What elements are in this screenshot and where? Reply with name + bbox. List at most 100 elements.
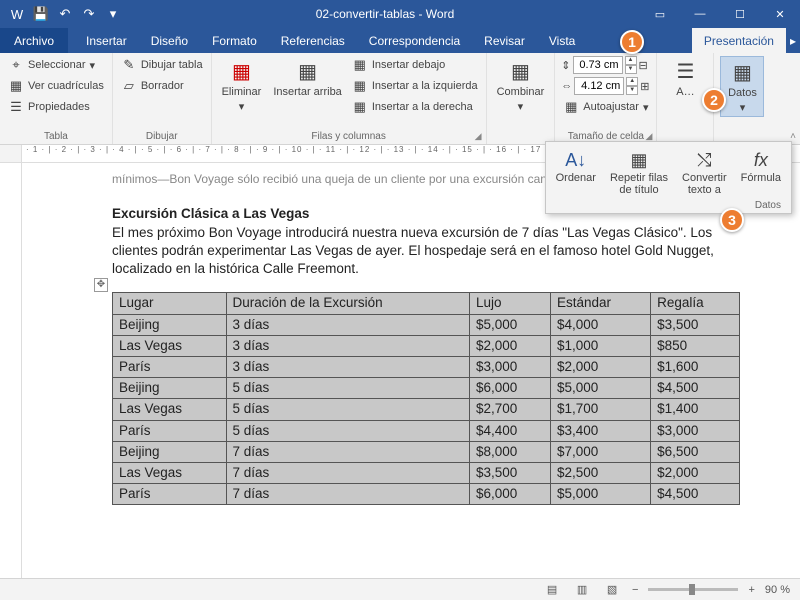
- tabs-scroll-icon[interactable]: ▸: [786, 28, 800, 53]
- table-cell[interactable]: $4,400: [469, 420, 550, 441]
- table-cell[interactable]: $6,000: [469, 378, 550, 399]
- table-row[interactable]: Las Vegas5 días$2,700$1,700$1,400: [113, 399, 740, 420]
- dist-rows-icon[interactable]: ⊟: [639, 59, 648, 72]
- table-cell[interactable]: Las Vegas: [113, 463, 227, 484]
- zoom-in-button[interactable]: +: [748, 584, 754, 596]
- formula-button[interactable]: fxFórmula: [735, 146, 787, 198]
- table-cell[interactable]: Las Vegas: [113, 335, 227, 356]
- table-cell[interactable]: 5 días: [226, 399, 469, 420]
- table-cell[interactable]: 7 días: [226, 463, 469, 484]
- align-button[interactable]: ☰A…: [663, 56, 707, 100]
- table-move-handle[interactable]: ✥: [94, 278, 108, 292]
- table-cell[interactable]: $3,400: [551, 420, 651, 441]
- table-cell[interactable]: $2,500: [551, 463, 651, 484]
- ribbon-options-icon[interactable]: ▭: [640, 0, 680, 28]
- table-cell[interactable]: $8,000: [469, 441, 550, 462]
- table-cell[interactable]: 5 días: [226, 378, 469, 399]
- table-row[interactable]: Beijing3 días$5,000$4,000$3,500: [113, 314, 740, 335]
- table-cell[interactable]: $1,700: [551, 399, 651, 420]
- table-cell[interactable]: 3 días: [226, 314, 469, 335]
- insert-left-button[interactable]: ▦Insertar a la izquierda: [350, 77, 480, 95]
- table-cell[interactable]: Beijing: [113, 378, 227, 399]
- insert-right-button[interactable]: ▦Insertar a la derecha: [350, 98, 480, 116]
- table-cell[interactable]: 3 días: [226, 335, 469, 356]
- properties-button[interactable]: ☰Propiedades: [6, 98, 106, 116]
- draw-table-button[interactable]: ✎Dibujar tabla: [119, 56, 205, 74]
- save-icon[interactable]: 💾: [32, 5, 50, 23]
- tab-revisar[interactable]: Revisar: [472, 28, 537, 53]
- table-cell[interactable]: Beijing: [113, 441, 227, 462]
- tab-insertar[interactable]: Insertar: [68, 28, 139, 53]
- table-header[interactable]: Lujo: [469, 293, 550, 314]
- table-cell[interactable]: $1,400: [651, 399, 740, 420]
- zoom-slider[interactable]: [648, 588, 738, 591]
- table-cell[interactable]: $2,000: [551, 356, 651, 377]
- table-cell[interactable]: 3 días: [226, 356, 469, 377]
- dialog-launcher-icon[interactable]: ◢: [475, 131, 482, 142]
- tab-vista[interactable]: Vista: [537, 28, 587, 53]
- table-row[interactable]: París3 días$3,000$2,000$1,600: [113, 356, 740, 377]
- delete-button[interactable]: ▦Eliminar▾: [218, 56, 266, 115]
- close-button[interactable]: ✕: [760, 0, 800, 28]
- table-cell[interactable]: $4,500: [651, 378, 740, 399]
- redo-icon[interactable]: ↷: [80, 5, 98, 23]
- table-header[interactable]: Duración de la Excursión: [226, 293, 469, 314]
- table-cell[interactable]: $4,500: [651, 484, 740, 505]
- print-layout-icon[interactable]: ▥: [572, 582, 592, 598]
- table-cell[interactable]: Beijing: [113, 314, 227, 335]
- spin-up-icon[interactable]: ▲: [626, 77, 638, 86]
- web-layout-icon[interactable]: ▧: [602, 582, 622, 598]
- table-row[interactable]: París5 días$4,400$3,400$3,000: [113, 420, 740, 441]
- table-cell[interactable]: $5,000: [551, 378, 651, 399]
- spin-down-icon[interactable]: ▼: [626, 86, 638, 95]
- table-header[interactable]: Estándar: [551, 293, 651, 314]
- data-table[interactable]: LugarDuración de la ExcursiónLujoEstánda…: [112, 292, 740, 505]
- table-row[interactable]: Beijing5 días$6,000$5,000$4,500: [113, 378, 740, 399]
- table-cell[interactable]: $1,600: [651, 356, 740, 377]
- maximize-button[interactable]: ☐: [720, 0, 760, 28]
- insert-above-button[interactable]: ▦Insertar arriba: [269, 56, 345, 100]
- tab-correspondencia[interactable]: Correspondencia: [357, 28, 472, 53]
- table-cell[interactable]: 7 días: [226, 441, 469, 462]
- ruler-vertical[interactable]: [0, 163, 22, 578]
- datos-button[interactable]: ▦Datos▾: [720, 56, 764, 117]
- read-mode-icon[interactable]: ▤: [542, 582, 562, 598]
- col-width-input[interactable]: [574, 77, 624, 95]
- tab-diseno[interactable]: Diseño: [139, 28, 200, 53]
- table-row[interactable]: París7 días$6,000$5,000$4,500: [113, 484, 740, 505]
- table-cell[interactable]: $2,000: [469, 335, 550, 356]
- zoom-level[interactable]: 90 %: [765, 584, 790, 596]
- undo-icon[interactable]: ↶: [56, 5, 74, 23]
- qat-more-icon[interactable]: ▾: [104, 5, 122, 23]
- table-cell[interactable]: Las Vegas: [113, 399, 227, 420]
- table-row[interactable]: Las Vegas7 días$3,500$2,500$2,000: [113, 463, 740, 484]
- select-button[interactable]: ⌖Seleccionar ▾: [6, 56, 106, 74]
- table-header[interactable]: Regalía: [651, 293, 740, 314]
- page[interactable]: mínimos—Bon Voyage sólo recibió una quej…: [22, 163, 800, 578]
- table-cell[interactable]: 7 días: [226, 484, 469, 505]
- repeat-header-button[interactable]: ▦Repetir filasde título: [604, 146, 674, 198]
- table-cell[interactable]: París: [113, 420, 227, 441]
- table-cell[interactable]: $7,000: [551, 441, 651, 462]
- table-cell[interactable]: París: [113, 356, 227, 377]
- dist-cols-icon[interactable]: ⊞: [640, 80, 649, 93]
- spin-up-icon[interactable]: ▲: [625, 56, 637, 65]
- tab-formato[interactable]: Formato: [200, 28, 269, 53]
- combine-button[interactable]: ▦Combinar▾: [493, 56, 549, 115]
- table-cell[interactable]: $3,000: [469, 356, 550, 377]
- table-cell[interactable]: $2,700: [469, 399, 550, 420]
- sort-button[interactable]: A↓Ordenar: [550, 146, 602, 198]
- gridlines-button[interactable]: ▦Ver cuadrículas: [6, 77, 106, 95]
- table-cell[interactable]: $5,000: [551, 484, 651, 505]
- table-cell[interactable]: $4,000: [551, 314, 651, 335]
- table-cell[interactable]: $850: [651, 335, 740, 356]
- table-cell[interactable]: $6,000: [469, 484, 550, 505]
- table-cell[interactable]: $6,500: [651, 441, 740, 462]
- table-row[interactable]: Beijing7 días$8,000$7,000$6,500: [113, 441, 740, 462]
- minimize-button[interactable]: —: [680, 0, 720, 28]
- table-cell[interactable]: $3,500: [469, 463, 550, 484]
- row-height-input[interactable]: [573, 56, 623, 74]
- table-cell[interactable]: $2,000: [651, 463, 740, 484]
- convert-text-button[interactable]: ⤭Convertirtexto a: [676, 146, 733, 198]
- table-row[interactable]: Las Vegas3 días$2,000$1,000$850: [113, 335, 740, 356]
